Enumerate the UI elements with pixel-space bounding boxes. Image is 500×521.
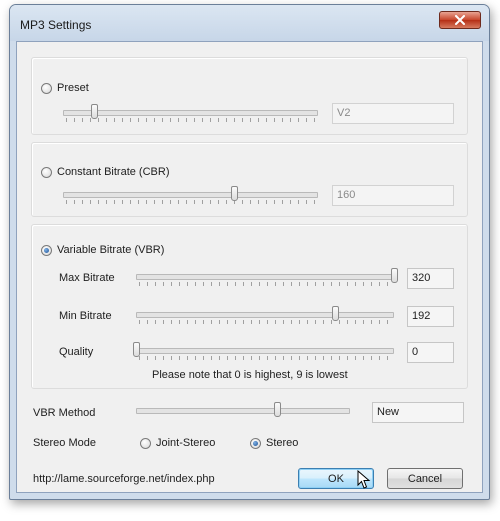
vbr-method-label: VBR Method xyxy=(33,407,96,419)
title-bar[interactable]: MP3 Settings xyxy=(10,5,489,41)
min-bitrate-value-field[interactable]: 192 xyxy=(407,306,454,327)
cbr-slider[interactable] xyxy=(63,185,318,207)
cbr-radio-indicator[interactable] xyxy=(41,166,52,178)
close-button[interactable] xyxy=(439,11,481,29)
preset-value-field: V2 xyxy=(332,103,454,124)
quality-label: Quality xyxy=(59,346,94,358)
joint-stereo-radio-label: Joint-Stereo xyxy=(156,437,216,449)
dialog-content: Preset V2 Constant Bitrate (CBR) 160 Var… xyxy=(16,41,483,493)
vbr-radio-label: Variable Bitrate (VBR) xyxy=(57,244,165,256)
preset-radio[interactable]: Preset xyxy=(41,82,89,94)
stereo-radio[interactable]: Stereo xyxy=(250,437,298,449)
cbr-radio-label: Constant Bitrate (CBR) xyxy=(57,166,170,178)
vbr-radio-indicator[interactable] xyxy=(41,244,52,256)
vbr-method-slider-thumb[interactable] xyxy=(274,402,282,417)
stereo-radio-indicator[interactable] xyxy=(250,437,261,449)
window-title: MP3 Settings xyxy=(20,18,92,32)
vbr-method-value-field: New xyxy=(372,402,464,423)
joint-stereo-radio-indicator[interactable] xyxy=(140,437,151,449)
max-bitrate-slider[interactable] xyxy=(136,267,398,289)
preset-slider[interactable] xyxy=(63,103,318,125)
cbr-group: Constant Bitrate (CBR) 160 xyxy=(31,142,468,217)
close-icon xyxy=(455,15,465,25)
vbr-radio[interactable]: Variable Bitrate (VBR) xyxy=(41,244,164,256)
stereo-radio-label: Stereo xyxy=(266,437,299,449)
lame-url-link[interactable]: http://lame.sourceforge.net/index.php xyxy=(33,473,215,485)
cbr-slider-thumb[interactable] xyxy=(230,186,238,201)
quality-value-field[interactable]: 0 xyxy=(407,342,454,363)
max-bitrate-label: Max Bitrate xyxy=(59,272,115,284)
preset-group: Preset V2 xyxy=(31,57,468,135)
mp3-settings-window: MP3 Settings Preset V2 Constant Bitrate … xyxy=(9,4,490,500)
cbr-radio[interactable]: Constant Bitrate (CBR) xyxy=(41,166,169,178)
min-bitrate-slider[interactable] xyxy=(136,305,394,327)
min-bitrate-label: Min Bitrate xyxy=(59,310,112,322)
stereo-mode-label: Stereo Mode xyxy=(33,437,96,449)
vbr-group: Variable Bitrate (VBR) Max Bitrate 320 M… xyxy=(31,224,468,389)
joint-stereo-radio[interactable]: Joint-Stereo xyxy=(140,437,215,449)
quality-note: Please note that 0 is highest, 9 is lowe… xyxy=(152,369,348,381)
cbr-value-field: 160 xyxy=(332,185,454,206)
vbr-method-slider[interactable] xyxy=(136,401,350,423)
min-bitrate-slider-thumb[interactable] xyxy=(331,306,339,321)
quality-slider-thumb[interactable] xyxy=(133,342,140,357)
preset-radio-label: Preset xyxy=(57,82,89,94)
preset-slider-thumb[interactable] xyxy=(90,104,98,119)
quality-slider[interactable] xyxy=(133,341,394,363)
mouse-pointer-icon xyxy=(357,470,371,489)
max-bitrate-value-field[interactable]: 320 xyxy=(407,268,454,289)
max-bitrate-slider-thumb[interactable] xyxy=(391,268,398,283)
cancel-button[interactable]: Cancel xyxy=(387,468,463,489)
preset-radio-indicator[interactable] xyxy=(41,82,52,94)
